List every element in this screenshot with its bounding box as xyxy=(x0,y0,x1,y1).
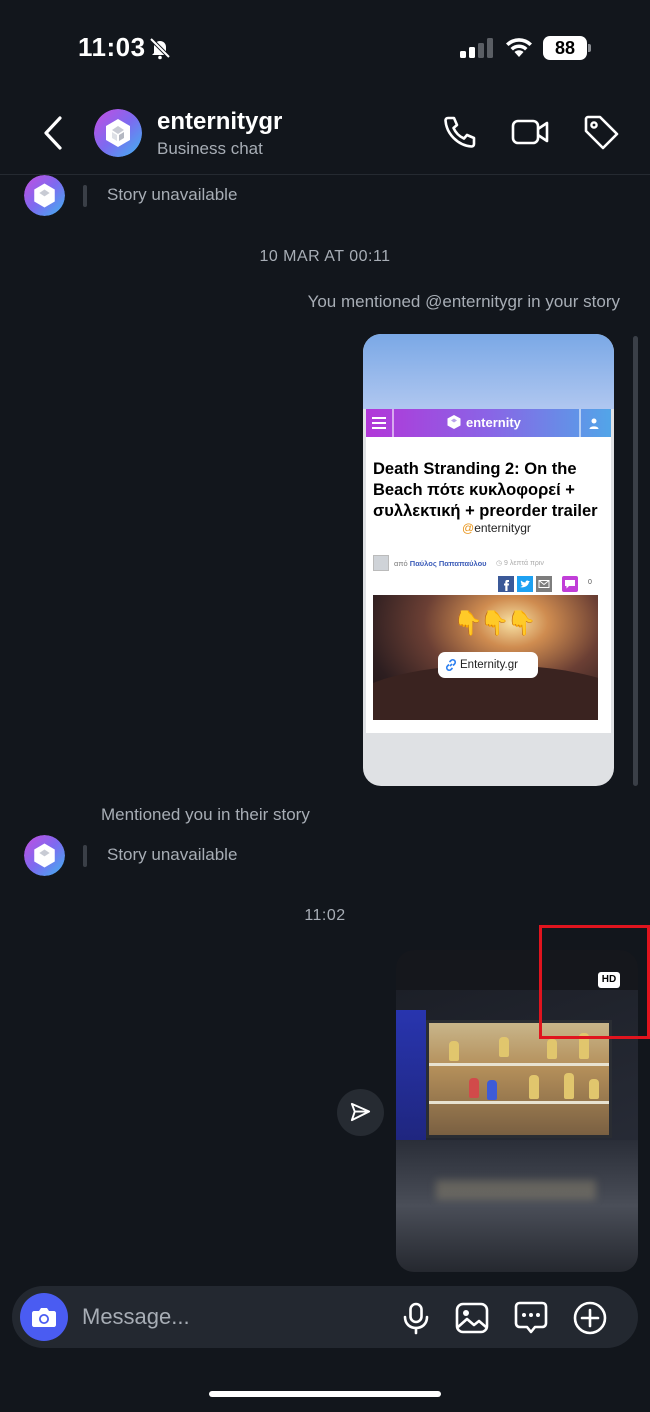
avatar[interactable] xyxy=(24,835,65,876)
story-unavailable-text: Story unavailable xyxy=(107,845,238,864)
mention-notice: You mentioned @enternitygr in your story xyxy=(307,292,620,311)
battery-indicator: 88 xyxy=(543,36,591,60)
menu-icon xyxy=(372,417,386,429)
facebook-icon xyxy=(498,576,514,592)
microphone-icon[interactable] xyxy=(398,1300,434,1336)
bell-muted-icon xyxy=(149,37,171,60)
story-reply-bar xyxy=(83,845,87,867)
send-icon xyxy=(350,1102,371,1122)
email-icon xyxy=(536,576,552,592)
mention-notice: Mentioned you in their story xyxy=(101,805,310,824)
sticker-chat-icon[interactable] xyxy=(513,1300,549,1336)
message-input[interactable] xyxy=(82,1300,362,1334)
museum-floor xyxy=(396,1140,638,1272)
video-call-icon[interactable] xyxy=(510,112,550,152)
wifi-icon xyxy=(506,38,532,57)
avatar[interactable] xyxy=(24,175,65,216)
author-avatar xyxy=(373,555,389,571)
trophy xyxy=(449,1041,459,1061)
header-divider xyxy=(0,174,650,175)
story-unavailable-text: Story unavailable xyxy=(107,185,238,204)
display-shelf xyxy=(429,1063,609,1066)
battery-tip xyxy=(588,44,591,52)
camera-icon xyxy=(32,1308,56,1327)
link-sticker-label: Enternity.gr xyxy=(460,659,518,671)
twitter-icon xyxy=(517,576,533,592)
link-icon xyxy=(445,658,457,672)
user-icon xyxy=(589,418,599,429)
pointing-down-emoji: 👇👇👇 xyxy=(453,610,537,637)
camera-button[interactable] xyxy=(20,1293,68,1341)
mention-at-symbol: @ xyxy=(462,521,475,535)
nav-separator xyxy=(392,409,394,437)
trophy xyxy=(564,1073,574,1099)
highlight-box xyxy=(539,925,650,1039)
article-nav-bar: enternity xyxy=(366,409,611,437)
add-icon[interactable] xyxy=(572,1300,608,1336)
link-sticker: Enternity.gr xyxy=(438,652,538,678)
jersey xyxy=(487,1080,497,1100)
story-reply-bar xyxy=(83,185,87,207)
comment-count: 0 xyxy=(588,579,592,586)
article-author: από Παύλος Παπαπαύλου xyxy=(394,559,487,568)
trophy xyxy=(589,1079,599,1099)
contact-subtitle: Business chat xyxy=(157,139,263,158)
article-hero-image: 👇👇👇 Enternity.gr xyxy=(373,595,598,720)
avatar[interactable] xyxy=(94,109,142,157)
status-time: 11:03 xyxy=(78,32,146,62)
share-button[interactable] xyxy=(337,1089,384,1136)
battery-level: 88 xyxy=(543,36,587,60)
timestamp: 11:02 xyxy=(304,907,346,924)
mention-sticker: @enternitygr xyxy=(462,521,531,535)
back-button[interactable] xyxy=(36,112,70,154)
trophy xyxy=(499,1037,509,1057)
article-time: ◷ 9 λεπτά πριν xyxy=(496,560,544,567)
author-prefix: από xyxy=(394,559,408,568)
display-shelf xyxy=(429,1101,609,1104)
cellular-signal-icon xyxy=(460,38,493,58)
timestamp: 10 MAR AT 00:11 xyxy=(259,248,391,265)
story-scrollbar[interactable] xyxy=(633,336,638,786)
story-sky-background xyxy=(363,334,614,409)
tag-icon[interactable] xyxy=(581,112,621,152)
article-title: Death Stranding 2: On the Beach πότε κυκ… xyxy=(373,460,598,520)
comment-icon xyxy=(562,576,578,592)
gallery-icon[interactable] xyxy=(454,1300,490,1336)
floor-reflection xyxy=(436,1180,596,1200)
article-brand: enternity xyxy=(466,415,521,430)
phone-call-icon[interactable] xyxy=(440,112,480,152)
story-mention-card[interactable]: enternity Death Stranding 2: On the Beac… xyxy=(363,334,614,786)
enternity-logo-icon xyxy=(447,415,461,429)
contact-name[interactable]: enternitygr xyxy=(157,108,282,136)
message-composer xyxy=(12,1286,638,1348)
trophy xyxy=(547,1039,557,1059)
jersey xyxy=(469,1078,479,1098)
article-screenshot: enternity Death Stranding 2: On the Beac… xyxy=(366,409,611,733)
home-indicator[interactable] xyxy=(209,1391,441,1397)
author-name: Παύλος Παπαπαύλου xyxy=(409,559,487,568)
nav-separator xyxy=(579,409,581,437)
trophy xyxy=(529,1075,539,1099)
mention-handle: enternitygr xyxy=(474,521,531,535)
